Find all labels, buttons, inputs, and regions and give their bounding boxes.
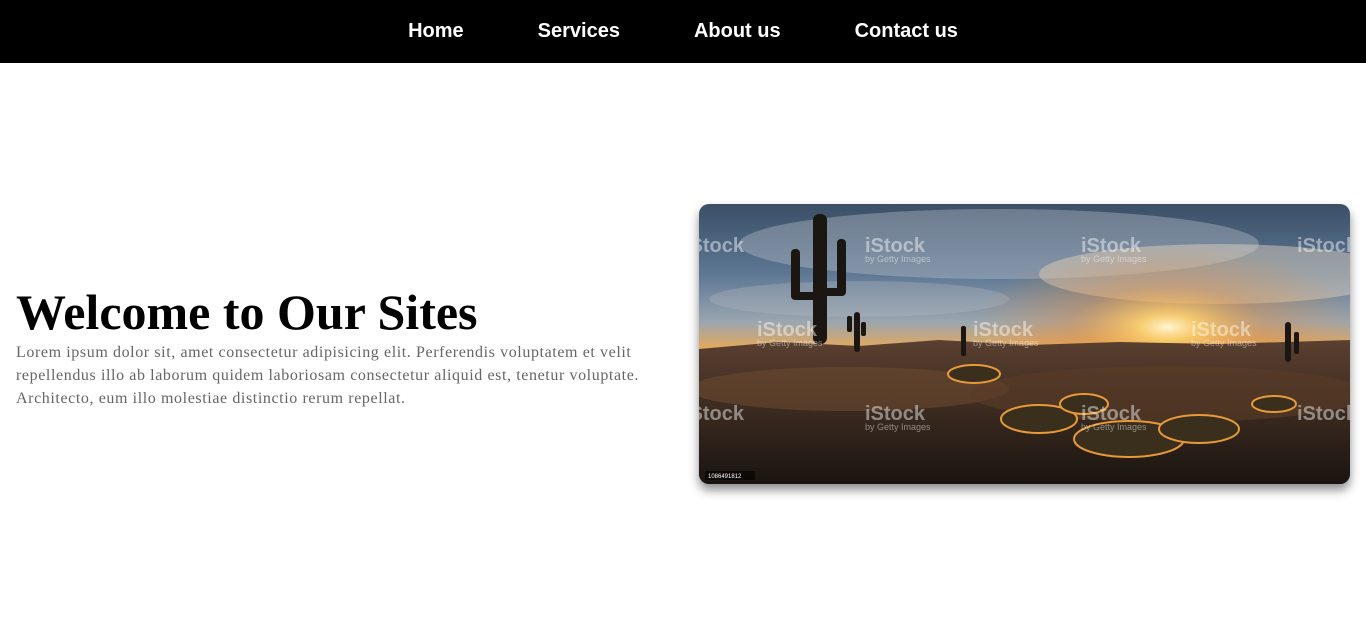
svg-text:iStock: iStock (699, 403, 745, 425)
nav-home-link[interactable]: Home (408, 20, 464, 43)
desert-sunset-image: iStock iStock by Getty Images iStock by … (699, 204, 1350, 484)
svg-text:by Getty Images: by Getty Images (1081, 254, 1147, 264)
hero-description: Lorem ipsum dolor sit, amet consectetur … (16, 344, 640, 407)
svg-text:by Getty Images: by Getty Images (1081, 422, 1147, 432)
nav-about-link[interactable]: About us (694, 20, 781, 43)
hero-image: iStock iStock by Getty Images iStock by … (699, 204, 1350, 484)
hero-text: Welcome to Our Sites Lorem ipsum dolor s… (16, 285, 666, 410)
svg-text:by Getty Images: by Getty Images (973, 338, 1039, 348)
svg-text:by Getty Images: by Getty Images (865, 254, 931, 264)
svg-text:1086491812: 1086491812 (708, 474, 742, 480)
svg-text:iStock: iStock (1297, 403, 1350, 425)
svg-text:by Getty Images: by Getty Images (1191, 338, 1257, 348)
top-navigation: Home Services About us Contact us (0, 0, 1366, 63)
nav-contact-link[interactable]: Contact us (855, 20, 958, 43)
svg-text:by Getty Images: by Getty Images (757, 338, 823, 348)
hero-title: Welcome to Our Sites (16, 284, 478, 340)
svg-text:iStock: iStock (699, 235, 745, 257)
svg-text:by Getty Images: by Getty Images (865, 422, 931, 432)
hero-section: Welcome to Our Sites Lorem ipsum dolor s… (0, 63, 1366, 625)
svg-text:iStock: iStock (1297, 235, 1350, 257)
nav-services-link[interactable]: Services (538, 20, 620, 43)
